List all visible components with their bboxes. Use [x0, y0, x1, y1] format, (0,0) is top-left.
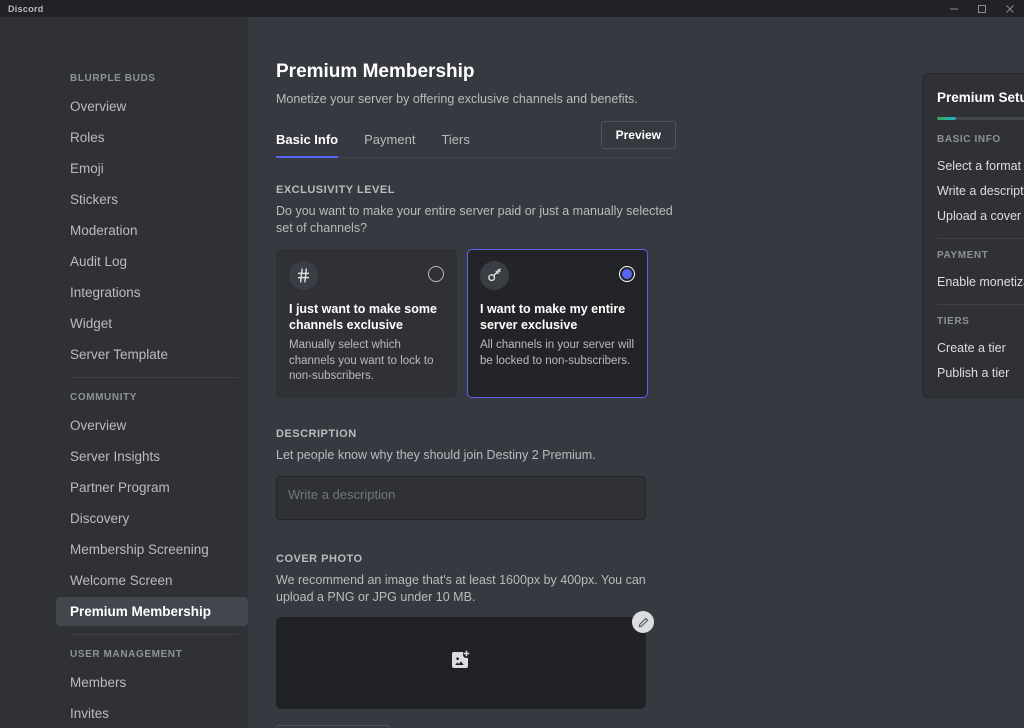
setup-item-publish-a-tier[interactable]: Publish a tier — [937, 360, 1024, 385]
sidebar-item-server-insights[interactable]: Server Insights — [56, 442, 248, 471]
description-section: DESCRIPTION Let people know why they sho… — [276, 428, 676, 525]
sidebar-inner: BLURPLE BUDS Overview Roles Emoji Sticke… — [56, 67, 248, 728]
sidebar-item-membership-screening[interactable]: Membership Screening — [56, 535, 248, 564]
window-titlebar: Discord — [0, 0, 1024, 17]
setup-item-upload-a-cover-photo[interactable]: Upload a cover photo — [937, 203, 1024, 228]
preview-button[interactable]: Preview — [601, 121, 676, 149]
description-input[interactable] — [276, 476, 646, 520]
cover-photo-section: COVER PHOTO We recommend an image that's… — [276, 553, 676, 728]
setup-group-basic-info: BASIC INFO — [937, 134, 1024, 145]
sidebar-divider — [70, 634, 238, 635]
option-radio-some-channels[interactable] — [428, 266, 444, 282]
settings-sidebar: BLURPLE BUDS Overview Roles Emoji Sticke… — [0, 17, 248, 728]
sidebar-item-roles[interactable]: Roles — [56, 123, 248, 152]
sidebar-item-members[interactable]: Members — [56, 668, 248, 697]
setup-group-payment: PAYMENT — [937, 250, 1024, 261]
option-body: Manually select which channels you want … — [289, 338, 444, 385]
tab-payment[interactable]: Payment — [364, 132, 415, 157]
setup-group-tiers: TIERS — [937, 316, 1024, 327]
option-card-some-channels[interactable]: I just want to make some channels exclus… — [276, 249, 457, 398]
setup-item-label: Publish a tier — [937, 366, 1009, 380]
setup-divider — [937, 304, 1024, 305]
description-label: DESCRIPTION — [276, 428, 676, 440]
setup-item-label: Write a description — [937, 184, 1024, 198]
page-subtitle: Monetize your server by offering exclusi… — [276, 92, 676, 106]
sidebar-item-audit-log[interactable]: Audit Log — [56, 247, 248, 276]
close-window-icon[interactable] — [996, 0, 1024, 17]
cover-photo-dropzone[interactable] — [276, 617, 646, 709]
setup-divider — [937, 238, 1024, 239]
exclusivity-options: I just want to make some channels exclus… — [276, 249, 676, 398]
setup-item-label: Upload a cover photo — [937, 209, 1024, 223]
option-card-header — [289, 261, 444, 290]
hash-icon — [289, 261, 318, 290]
minimize-icon[interactable] — [940, 0, 968, 17]
sidebar-item-emoji[interactable]: Emoji — [56, 154, 248, 183]
exclusivity-level-label: EXCLUSIVITY LEVEL — [276, 184, 676, 196]
sidebar-group-header-community: COMMUNITY — [56, 386, 248, 409]
main-column: Premium Membership Monetize your server … — [276, 61, 676, 728]
sidebar-group-header-blurple-buds: BLURPLE BUDS — [56, 67, 248, 90]
cover-photo-label: COVER PHOTO — [276, 553, 676, 565]
pencil-icon[interactable] — [632, 611, 654, 633]
tab-basic-info[interactable]: Basic Info — [276, 132, 338, 157]
setup-item-label: Select a format — [937, 159, 1021, 173]
app-name-label: Discord — [0, 4, 44, 14]
setup-item-select-a-format[interactable]: Select a format — [937, 153, 1024, 178]
maximize-icon[interactable] — [968, 0, 996, 17]
sidebar-item-community-overview[interactable]: Overview — [56, 411, 248, 440]
setup-item-label: Create a tier — [937, 341, 1006, 355]
sidebar-item-overview[interactable]: Overview — [56, 92, 248, 121]
tab-bar: Basic Info Payment Tiers Preview — [276, 124, 676, 158]
sidebar-item-moderation[interactable]: Moderation — [56, 216, 248, 245]
option-card-entire-server[interactable]: I want to make my entire server exclusiv… — [467, 249, 648, 398]
sidebar-item-server-template[interactable]: Server Template — [56, 340, 248, 369]
premium-setup-panel: Premium Setup BASIC INFO Select a format — [922, 73, 1024, 398]
sidebar-divider — [70, 377, 238, 378]
setup-item-create-a-tier[interactable]: Create a tier — [937, 335, 1024, 360]
key-icon — [480, 261, 509, 290]
setup-item-enable-monetization[interactable]: Enable monetization — [937, 269, 1024, 294]
premium-setup-title: Premium Setup — [937, 90, 1024, 105]
tab-tiers[interactable]: Tiers — [441, 132, 469, 157]
sidebar-item-invites[interactable]: Invites — [56, 699, 248, 728]
sidebar-item-partner-program[interactable]: Partner Program — [56, 473, 248, 502]
add-image-icon — [449, 649, 473, 678]
settings-content: Premium Membership Monetize your server … — [248, 17, 1024, 728]
premium-setup-header[interactable]: Premium Setup — [937, 88, 1024, 106]
cover-photo-help: We recommend an image that's at least 16… — [276, 572, 676, 606]
sidebar-item-stickers[interactable]: Stickers — [56, 185, 248, 214]
sidebar-group-header-user-management: USER MANAGEMENT — [56, 643, 248, 666]
sidebar-item-premium-membership[interactable]: Premium Membership — [56, 597, 248, 626]
setup-item-label: Enable monetization — [937, 275, 1024, 289]
sidebar-item-integrations[interactable]: Integrations — [56, 278, 248, 307]
setup-progress-fill — [937, 117, 956, 120]
option-body: All channels in your server will be lock… — [480, 338, 635, 369]
option-radio-entire-server[interactable] — [619, 266, 635, 282]
sidebar-item-welcome-screen[interactable]: Welcome Screen — [56, 566, 248, 595]
window-controls — [940, 0, 1024, 17]
page-title: Premium Membership — [276, 61, 676, 83]
description-help: Let people know why they should join Des… — [276, 447, 676, 464]
option-title: I just want to make some channels exclus… — [289, 301, 444, 334]
option-card-header — [480, 261, 635, 290]
sidebar-item-widget[interactable]: Widget — [56, 309, 248, 338]
setup-progress-bar — [937, 117, 1024, 120]
option-title: I want to make my entire server exclusiv… — [480, 301, 635, 334]
sidebar-item-discovery[interactable]: Discovery — [56, 504, 248, 533]
app-shell: BLURPLE BUDS Overview Roles Emoji Sticke… — [0, 17, 1024, 728]
setup-item-write-a-description[interactable]: Write a description — [937, 178, 1024, 203]
exclusivity-level-description: Do you want to make your entire server p… — [276, 203, 676, 237]
